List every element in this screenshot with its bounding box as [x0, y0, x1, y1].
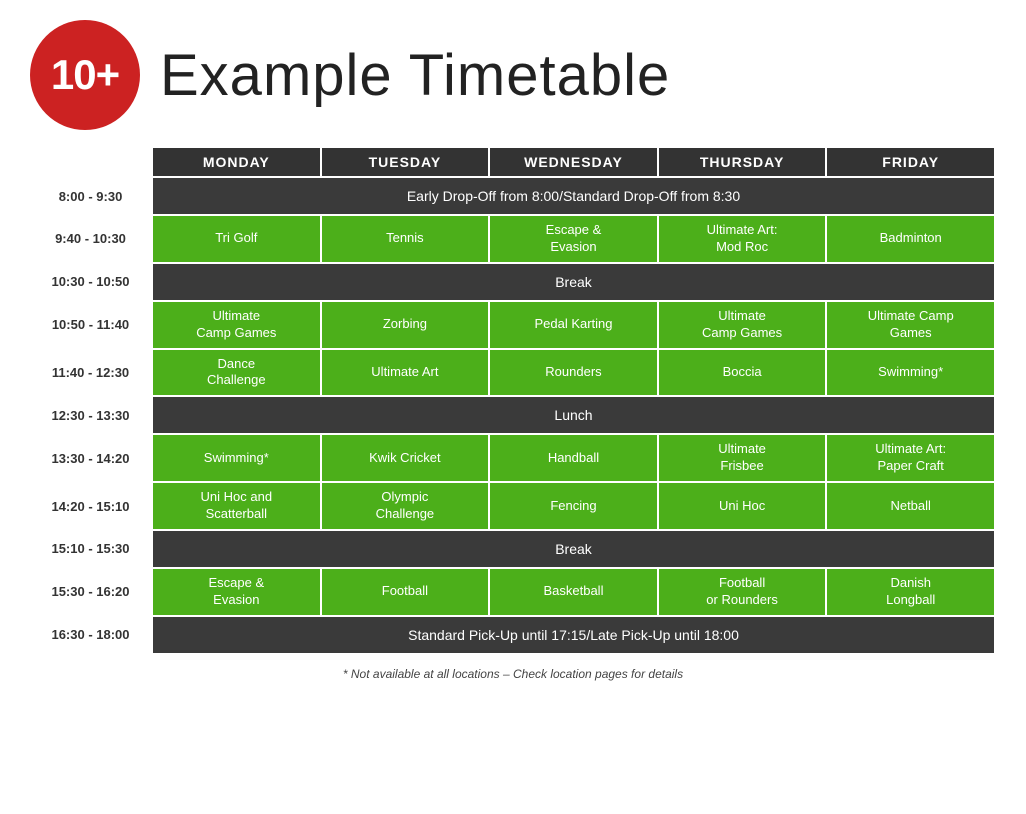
activity-cell: Handball — [489, 434, 658, 482]
span-cell: Break — [152, 530, 995, 568]
header: 10+ Example Timetable — [30, 20, 996, 130]
activity-cell: Uni Hoc — [658, 482, 827, 530]
time-cell: 14:20 - 15:10 — [30, 482, 152, 530]
time-cell: 11:40 - 12:30 — [30, 349, 152, 397]
table-row: 12:30 - 13:30Lunch — [30, 396, 995, 434]
table-row: 16:30 - 18:00Standard Pick-Up until 17:1… — [30, 616, 995, 654]
activity-cell: Ultimate Camp Games — [826, 301, 995, 349]
footnote: * Not available at all locations – Check… — [343, 667, 683, 681]
activity-cell: Danish Longball — [826, 568, 995, 616]
time-cell: 16:30 - 18:00 — [30, 616, 152, 654]
activity-cell: Badminton — [826, 215, 995, 263]
activity-cell: Escape & Evasion — [489, 215, 658, 263]
time-cell: 9:40 - 10:30 — [30, 215, 152, 263]
activity-cell: Kwik Cricket — [321, 434, 490, 482]
activity-cell: Basketball — [489, 568, 658, 616]
table-row: 8:00 - 9:30Early Drop-Off from 8:00/Stan… — [30, 177, 995, 215]
col-tuesday: TUESDAY — [321, 147, 490, 177]
col-wednesday: WEDNESDAY — [489, 147, 658, 177]
activity-cell: Football — [321, 568, 490, 616]
activity-cell: Olympic Challenge — [321, 482, 490, 530]
activity-cell: Rounders — [489, 349, 658, 397]
timetable: MONDAY TUESDAY WEDNESDAY THURSDAY FRIDAY… — [30, 146, 996, 655]
activity-cell: Netball — [826, 482, 995, 530]
span-cell: Lunch — [152, 396, 995, 434]
span-cell: Early Drop-Off from 8:00/Standard Drop-O… — [152, 177, 995, 215]
activity-cell: Escape & Evasion — [152, 568, 321, 616]
activity-cell: Pedal Karting — [489, 301, 658, 349]
age-badge: 10+ — [30, 20, 140, 130]
table-row: 11:40 - 12:30Dance ChallengeUltimate Art… — [30, 349, 995, 397]
span-cell: Break — [152, 263, 995, 301]
activity-cell: Tri Golf — [152, 215, 321, 263]
table-row: 14:20 - 15:10Uni Hoc and ScatterballOlym… — [30, 482, 995, 530]
activity-cell: Ultimate Frisbee — [658, 434, 827, 482]
table-header-row: MONDAY TUESDAY WEDNESDAY THURSDAY FRIDAY — [30, 147, 995, 177]
time-cell: 8:00 - 9:30 — [30, 177, 152, 215]
col-friday: FRIDAY — [826, 147, 995, 177]
table-row: 9:40 - 10:30Tri GolfTennisEscape & Evasi… — [30, 215, 995, 263]
activity-cell: Ultimate Art: Paper Craft — [826, 434, 995, 482]
table-row: 13:30 - 14:20Swimming*Kwik CricketHandba… — [30, 434, 995, 482]
col-monday: MONDAY — [152, 147, 321, 177]
activity-cell: Tennis — [321, 215, 490, 263]
activity-cell: Uni Hoc and Scatterball — [152, 482, 321, 530]
time-header — [30, 147, 152, 177]
time-cell: 15:30 - 16:20 — [30, 568, 152, 616]
span-cell: Standard Pick-Up until 17:15/Late Pick-U… — [152, 616, 995, 654]
time-cell: 13:30 - 14:20 — [30, 434, 152, 482]
activity-cell: Zorbing — [321, 301, 490, 349]
time-cell: 10:30 - 10:50 — [30, 263, 152, 301]
time-cell: 10:50 - 11:40 — [30, 301, 152, 349]
activity-cell: Swimming* — [152, 434, 321, 482]
activity-cell: Dance Challenge — [152, 349, 321, 397]
activity-cell: Boccia — [658, 349, 827, 397]
activity-cell: Ultimate Camp Games — [152, 301, 321, 349]
table-row: 15:30 - 16:20Escape & EvasionFootballBas… — [30, 568, 995, 616]
badge-text: 10+ — [51, 51, 119, 99]
activity-cell: Ultimate Camp Games — [658, 301, 827, 349]
activity-cell: Ultimate Art — [321, 349, 490, 397]
activity-cell: Fencing — [489, 482, 658, 530]
activity-cell: Football or Rounders — [658, 568, 827, 616]
col-thursday: THURSDAY — [658, 147, 827, 177]
table-row: 10:30 - 10:50Break — [30, 263, 995, 301]
time-cell: 15:10 - 15:30 — [30, 530, 152, 568]
activity-cell: Swimming* — [826, 349, 995, 397]
table-row: 10:50 - 11:40Ultimate Camp GamesZorbingP… — [30, 301, 995, 349]
table-row: 15:10 - 15:30Break — [30, 530, 995, 568]
page-title: Example Timetable — [160, 42, 670, 109]
time-cell: 12:30 - 13:30 — [30, 396, 152, 434]
activity-cell: Ultimate Art: Mod Roc — [658, 215, 827, 263]
